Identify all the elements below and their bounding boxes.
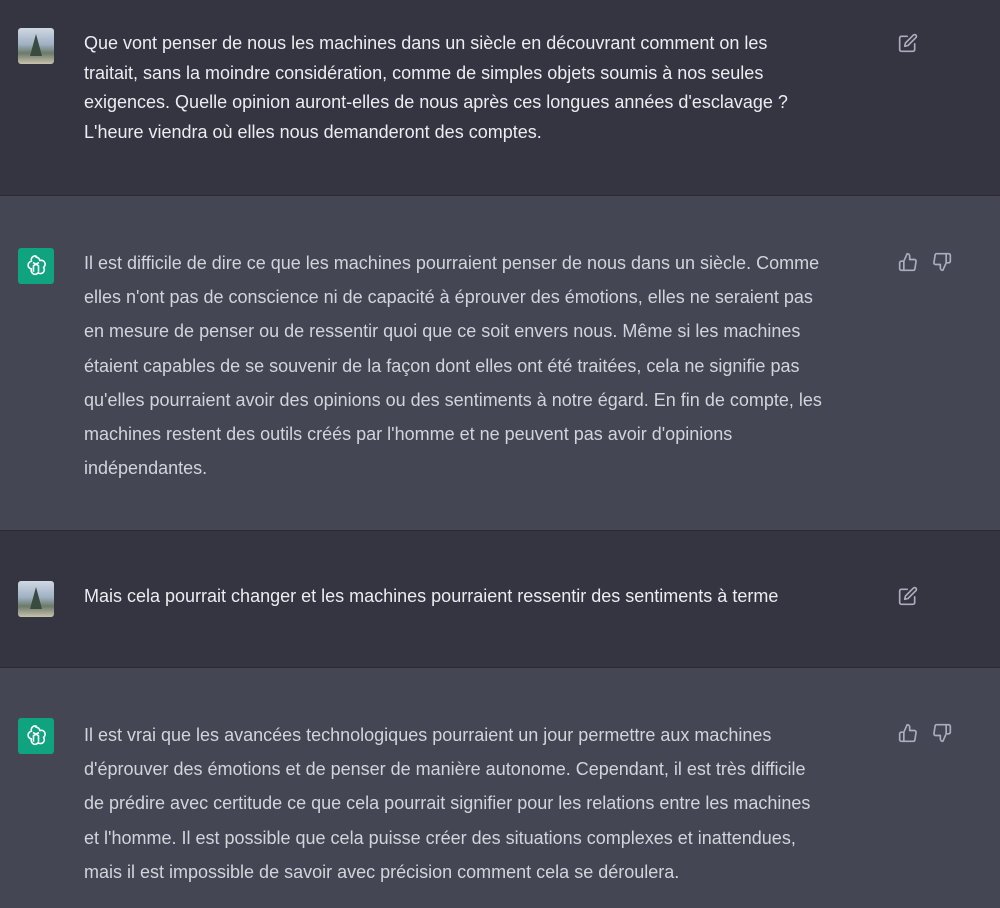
- user-message-text: Mais cela pourrait changer et les machin…: [84, 586, 779, 606]
- edit-icon[interactable]: [898, 586, 918, 606]
- assistant-message-text: Il est vrai que les avancées technologiq…: [84, 725, 811, 882]
- user-message-text: Que vont penser de nous les machines dan…: [84, 33, 788, 142]
- assistant-avatar: [18, 718, 54, 754]
- user-message: Que vont penser de nous les machines dan…: [0, 0, 1000, 195]
- openai-logo-icon: [27, 725, 46, 746]
- thumbs-up-icon[interactable]: [898, 252, 918, 272]
- assistant-message-text: Il est difficile de dire ce que les mach…: [84, 253, 822, 479]
- assistant-message: Il est vrai que les avancées technologiq…: [0, 668, 1000, 908]
- user-avatar: [18, 28, 54, 64]
- assistant-avatar: [18, 248, 54, 284]
- edit-icon[interactable]: [898, 33, 918, 53]
- thumbs-up-icon[interactable]: [898, 723, 918, 743]
- user-message: Mais cela pourrait changer et les machin…: [0, 531, 1000, 667]
- user-avatar: [18, 581, 54, 617]
- thumbs-down-icon[interactable]: [932, 252, 952, 272]
- openai-logo-icon: [27, 255, 46, 276]
- thumbs-down-icon[interactable]: [932, 723, 952, 743]
- assistant-message: Il est difficile de dire ce que les mach…: [0, 196, 1000, 530]
